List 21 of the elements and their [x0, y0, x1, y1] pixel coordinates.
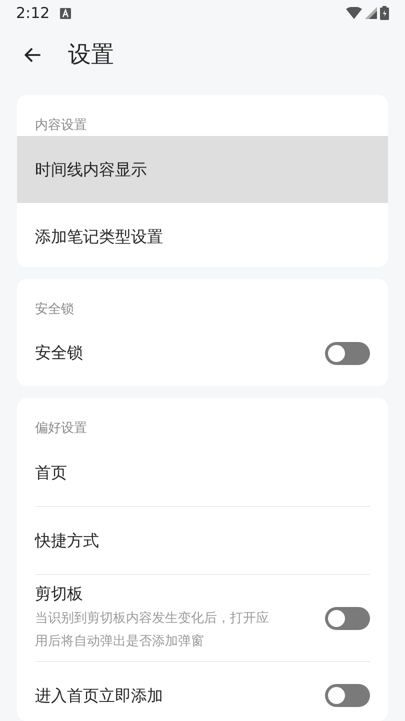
row-label: 剪切板 [35, 583, 84, 606]
notification-icon [60, 8, 71, 18]
row-description: 当识别到剪切板内容发生变化后，打开应用后将自动弹出是否添加弹窗 [35, 610, 270, 652]
battery-icon [380, 6, 389, 20]
section-title: 偏好设置 [34, 420, 88, 438]
toggle-switch[interactable] [325, 342, 370, 365]
section-title: 内容设置 [34, 117, 88, 135]
row-label: 添加笔记类型设置 [35, 226, 163, 248]
section-title: 安全锁 [34, 300, 75, 319]
row-label: 安全锁 [35, 342, 83, 364]
signal-icon [365, 7, 377, 19]
toggle-switch[interactable] [325, 606, 370, 630]
toggle-switch[interactable] [325, 684, 370, 708]
row-label: 首页 [35, 462, 67, 484]
wifi-icon [346, 7, 362, 19]
settings-link[interactable]: 时间线内容显示 [17, 136, 388, 203]
page-title: 设置 [68, 40, 114, 70]
row-label: 进入首页立即添加 [35, 684, 163, 707]
row-label: 时间线内容显示 [35, 158, 147, 180]
status-time: 2:12 [16, 2, 50, 24]
row-label: 快捷方式 [35, 530, 99, 552]
